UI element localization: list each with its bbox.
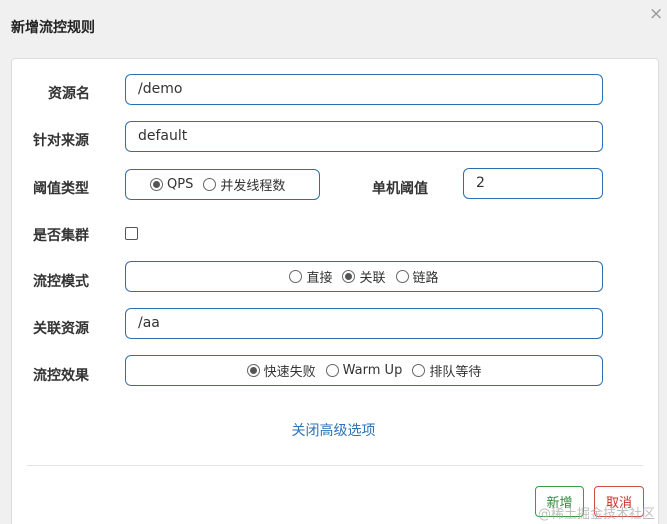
dialog-header: 新增流控规则 × bbox=[0, 0, 667, 52]
radio-relate[interactable]: 关联 bbox=[342, 267, 386, 286]
limit-app-label: 针对来源 bbox=[33, 133, 89, 149]
watermark: @稀土掘金技术社区 bbox=[538, 507, 656, 522]
radio-unchecked-icon bbox=[203, 178, 217, 191]
threshold-type-group: QPS 并发线程数 bbox=[125, 169, 320, 200]
radio-checked-icon bbox=[246, 364, 260, 377]
radio-checked-icon bbox=[342, 270, 356, 283]
cluster-label: 是否集群 bbox=[33, 228, 89, 244]
strategy-group: 直接 关联 链路 bbox=[125, 261, 603, 292]
radio-warm-up-label: Warm Up bbox=[342, 363, 403, 378]
radio-qps[interactable]: QPS bbox=[150, 177, 193, 192]
radio-thread-count[interactable]: 并发线程数 bbox=[203, 175, 285, 194]
radio-warm-up[interactable]: Warm Up bbox=[325, 363, 403, 378]
strategy-label: 流控模式 bbox=[33, 274, 89, 290]
radio-thread-count-label: 并发线程数 bbox=[220, 179, 286, 194]
resource-name-label: 资源名 bbox=[48, 86, 90, 102]
control-behavior-group: 快速失败 Warm Up 排队等待 bbox=[125, 355, 603, 386]
radio-fast-fail-label: 快速失败 bbox=[263, 365, 316, 380]
radio-fast-fail[interactable]: 快速失败 bbox=[246, 361, 316, 380]
single-threshold-input[interactable]: 2 bbox=[463, 168, 603, 199]
radio-checked-icon bbox=[150, 178, 163, 191]
radio-chain-label: 链路 bbox=[412, 271, 439, 286]
radio-unchecked-icon bbox=[325, 364, 339, 377]
radio-queue-label: 排队等待 bbox=[429, 365, 482, 380]
single-threshold-label: 单机阈值 bbox=[372, 181, 428, 197]
radio-queue[interactable]: 排队等待 bbox=[412, 361, 481, 380]
radio-direct[interactable]: 直接 bbox=[289, 267, 332, 286]
control-behavior-label: 流控效果 bbox=[33, 368, 89, 384]
dialog-title: 新增流控规则 bbox=[11, 20, 95, 36]
ref-resource-input[interactable]: /aa bbox=[125, 308, 603, 339]
radio-unchecked-icon bbox=[412, 364, 426, 377]
limit-app-input[interactable]: default bbox=[125, 121, 603, 152]
radio-unchecked-icon bbox=[289, 270, 303, 283]
toggle-advanced-link[interactable]: 关闭高级选项 bbox=[0, 420, 667, 440]
threshold-type-label: 阈值类型 bbox=[33, 181, 89, 197]
divider bbox=[27, 465, 643, 466]
radio-relate-label: 关联 bbox=[359, 271, 386, 286]
radio-qps-label: QPS bbox=[167, 177, 194, 192]
radio-chain[interactable]: 链路 bbox=[395, 267, 439, 286]
radio-direct-label: 直接 bbox=[306, 271, 333, 286]
resource-name-input[interactable]: /demo bbox=[125, 74, 603, 105]
close-icon[interactable]: × bbox=[649, 6, 663, 23]
radio-unchecked-icon bbox=[395, 270, 409, 283]
cluster-checkbox[interactable] bbox=[125, 227, 138, 240]
ref-resource-label: 关联资源 bbox=[33, 321, 89, 337]
